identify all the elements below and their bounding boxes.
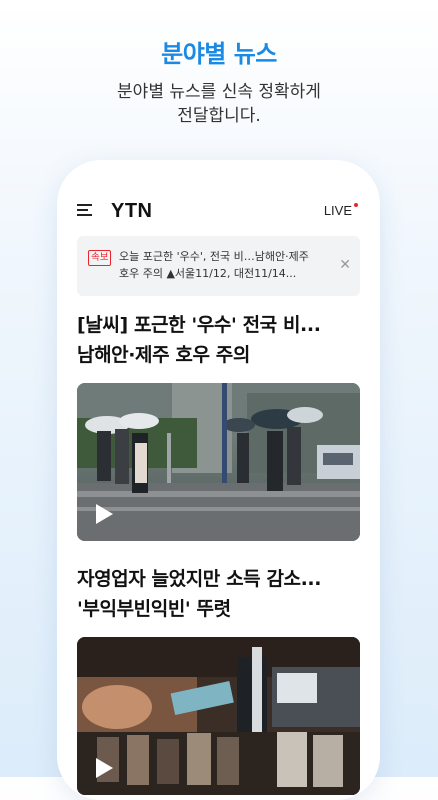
rain-street-image — [77, 383, 360, 541]
breaking-badge: 속보 — [88, 250, 112, 266]
app-header: YTN LIVE — [77, 200, 360, 224]
close-icon[interactable]: ✕ — [339, 257, 351, 273]
article-card[interactable]: 자영업자 늘었지만 소득 감소... '부익부빈익빈' 뚜렷 — [77, 564, 360, 795]
article-thumbnail[interactable] — [77, 383, 360, 541]
phone-frame: YTN LIVE 속보 오늘 포근한 '우수', 전국 비…남해안·제주 호우 … — [57, 160, 380, 800]
article-card[interactable]: [날씨] 포근한 '우수' 전국 비... 남해안·제주 호우 주의 — [77, 310, 360, 541]
play-icon[interactable] — [94, 503, 114, 525]
play-icon[interactable] — [94, 757, 114, 779]
promo-subtitle: 분야별 뉴스를 신속 정확하게 전달합니다. — [117, 82, 321, 126]
live-button[interactable]: LIVE — [324, 203, 352, 218]
article-title[interactable]: 자영업자 늘었지만 소득 감소... '부익부빈익빈' 뚜렷 — [77, 564, 360, 624]
live-dot-icon — [354, 203, 358, 207]
article-title[interactable]: [날씨] 포근한 '우수' 전국 비... 남해안·제주 호우 주의 — [77, 310, 360, 370]
menu-icon[interactable] — [77, 204, 92, 217]
shop-counter-image — [77, 637, 360, 795]
breaking-news-banner[interactable]: 속보 오늘 포근한 '우수', 전국 비…남해안·제주 호우 주의 ▲서울11/… — [77, 236, 360, 296]
ytn-logo[interactable]: YTN — [111, 200, 153, 223]
article-thumbnail[interactable] — [77, 637, 360, 795]
promo-title: 분야별 뉴스 — [161, 40, 277, 68]
breaking-text: 오늘 포근한 '우수', 전국 비…남해안·제주 호우 주의 ▲서울11/12,… — [119, 250, 309, 280]
